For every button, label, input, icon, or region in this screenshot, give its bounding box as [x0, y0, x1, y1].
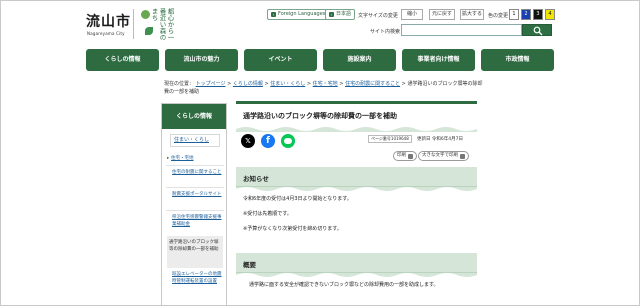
- color-option-3[interactable]: 3: [533, 9, 543, 20]
- sidebar-item-label: 耐震支援ポータルサイト: [172, 192, 222, 197]
- section-heading: 概要: [236, 253, 477, 273]
- gnav-event[interactable]: イベント: [244, 49, 317, 71]
- sidebar-item-label: 既設エレベーターの地震時管制運転装置の設置: [172, 272, 222, 284]
- color-option-1[interactable]: 1: [509, 9, 519, 20]
- breadcrumb-prefix: 現在の位置：: [164, 81, 195, 87]
- breadcrumb: 現在の位置： トップページ > くらしの情報 > 住まい・くらし > 住宅・宅地…: [164, 80, 484, 96]
- printer-icon: [408, 153, 413, 159]
- sidebar-item-current: 通学路沿いのブロック塀等の除却費の一部を補助: [167, 236, 223, 268]
- gnav-shisetsu[interactable]: 施設案内: [323, 49, 396, 71]
- slogan: 都心から一番近い森のまち: [150, 8, 174, 41]
- breadcrumb-link[interactable]: 住まい・くらし: [270, 81, 305, 87]
- gnav-jigyosha[interactable]: 事業者向け情報: [402, 49, 475, 71]
- arrow-icon: ›: [329, 12, 334, 17]
- breadcrumb-link[interactable]: くらしの情報: [233, 81, 263, 87]
- print-button[interactable]: 印刷: [393, 151, 417, 161]
- gnav-miryoku[interactable]: 流山市の魅力: [165, 49, 238, 71]
- paragraph: ※受付は先着順です。: [243, 211, 292, 217]
- sidebar-item-label: 住宅・宅地: [171, 156, 194, 161]
- logo-divider: [133, 9, 134, 39]
- sidebar-item-elevator[interactable]: 既設エレベーターの地震時管制運転装置の設置: [172, 271, 222, 285]
- search-input[interactable]: [401, 24, 522, 36]
- page-id: ページ番号1019648: [368, 135, 412, 143]
- breadcrumb-separator: >: [305, 81, 313, 87]
- sidebar-item-taishin[interactable]: 住宅の耐震に関すること: [172, 169, 222, 176]
- breadcrumb-separator: >: [337, 81, 346, 87]
- sidebar: くらしの情報 住まい・くらし ▸ 住宅・宅地 住宅の耐震に関すること 耐震支援ポー…: [161, 103, 227, 306]
- sidebar-item-jutaku[interactable]: ▸ 住宅・宅地: [167, 155, 221, 162]
- color-option-4[interactable]: 4: [545, 9, 555, 20]
- japanese-button[interactable]: › 日本語: [325, 9, 356, 20]
- sidebar-sub-heading[interactable]: 住まい・くらし: [170, 134, 220, 147]
- print-label: 印刷: [397, 153, 406, 158]
- page-title: 通学路沿いのブロック塀等の除却費の一部を補助: [243, 112, 397, 120]
- section-wave-decoration: [236, 273, 477, 277]
- page-title-box: 通学路沿いのブロック塀等の除却費の一部を補助: [236, 101, 477, 132]
- sidebar-item-kanshin[interactable]: 県沿住宅感震警鐘支援事業補助金: [172, 214, 222, 228]
- facebook-icon[interactable]: f: [261, 134, 275, 148]
- breadcrumb-separator: >: [225, 81, 233, 87]
- logo-kanji: 流山市: [86, 14, 131, 30]
- slogan-mori-mark: [141, 10, 150, 19]
- x-icon[interactable]: 𝕏: [241, 134, 255, 148]
- sidebar-divider: [166, 210, 224, 211]
- foreign-languages-label: Foreign Languages: [278, 11, 326, 17]
- logo-roman: Nagareyama City: [87, 31, 125, 36]
- print-large-label: 大きな文字で印刷: [422, 153, 458, 158]
- arrow-icon: ›: [271, 12, 276, 17]
- text-size-enlarge-button[interactable]: 拡大する: [460, 9, 484, 20]
- search-button[interactable]: [522, 24, 552, 36]
- text-size-label: 文字サイズの変更: [358, 13, 398, 19]
- section-heading-text: お知らせ: [243, 175, 269, 183]
- gnav-shisei[interactable]: 市政情報: [481, 49, 554, 71]
- paragraph: ※予算がなくなり次第受付を締め切ります。: [243, 226, 342, 232]
- search-icon: [533, 26, 543, 36]
- search-label: サイト内検索: [370, 29, 401, 35]
- printer-icon: [460, 153, 465, 159]
- updated-date: 更新日 令和6年4月7日: [417, 137, 464, 142]
- color-option-2[interactable]: 2: [521, 9, 531, 20]
- text-size-reset-button[interactable]: 元に戻す: [429, 9, 455, 20]
- section-wave-decoration: [236, 187, 477, 191]
- sidebar-divider: [166, 165, 224, 166]
- sidebar-heading: くらしの情報: [162, 104, 226, 129]
- section-heading-text: 概要: [243, 261, 256, 269]
- sidebar-item-label: 県沿住宅感震警鐘支援事業補助金: [172, 215, 222, 227]
- gnav-kurashi[interactable]: くらしの情報: [86, 49, 159, 71]
- breadcrumb-link[interactable]: トップページ: [196, 81, 226, 87]
- print-large-button[interactable]: 大きな文字で印刷: [418, 151, 469, 161]
- breadcrumb-link[interactable]: 住宅・宅地: [313, 81, 338, 87]
- line-icon[interactable]: [281, 134, 295, 148]
- section-heading: お知らせ: [236, 167, 477, 187]
- paragraph: 通学路に面する安全が確認できないブロック塀などの除却費用の一部を助成します。: [249, 282, 439, 288]
- sidebar-divider: [166, 187, 224, 188]
- sidebar-item-portal[interactable]: 耐震支援ポータルサイト: [172, 191, 222, 198]
- title-wave-decoration: [236, 127, 477, 132]
- foreign-languages-button[interactable]: › Foreign Languages: [267, 9, 330, 20]
- line-bubble: [284, 138, 292, 144]
- breadcrumb-link[interactable]: 住宅の耐震に関すること: [345, 81, 400, 87]
- japanese-label: 日本語: [336, 11, 352, 17]
- paragraph: 令和6年度の受付は4月3日より開始となります。: [243, 196, 352, 202]
- text-size-shrink-button[interactable]: 縮小: [401, 9, 423, 20]
- sidebar-item-label: 住宅の耐震に関すること: [172, 170, 222, 175]
- color-label: 色の変更: [488, 13, 509, 19]
